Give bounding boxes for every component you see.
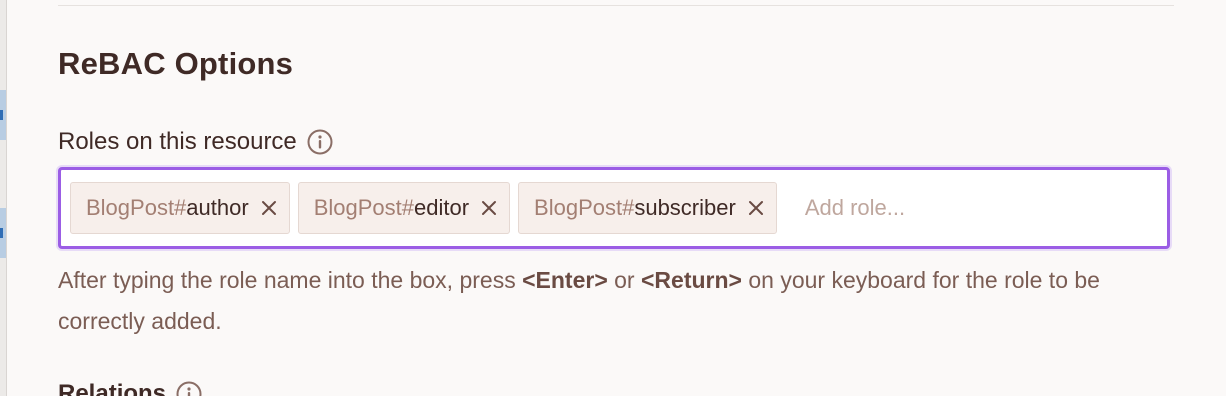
role-tag: BlogPost# editor <box>297 182 511 234</box>
return-key-label: <Return> <box>640 267 742 293</box>
role-tag-prefix: BlogPost# <box>313 195 414 220</box>
info-circle-icon[interactable] <box>176 381 202 396</box>
info-circle-icon[interactable] <box>307 129 333 155</box>
add-role-input[interactable] <box>802 194 1107 222</box>
roles-help-text: After typing the role name into the box,… <box>58 260 1168 342</box>
relations-label: Relations <box>58 380 167 396</box>
help-text-part: After typing the role name into the box,… <box>58 267 523 293</box>
role-tag-name: subscriber <box>634 195 736 220</box>
relations-label-row: Relations <box>58 380 202 396</box>
close-icon[interactable] <box>746 198 766 218</box>
roles-field-label: Roles on this resource <box>58 128 297 155</box>
section-title: ReBAC Options <box>58 46 294 81</box>
adjacent-row-indicator <box>0 110 3 120</box>
adjacent-panel-edge <box>0 0 7 396</box>
role-tag: BlogPost# author <box>70 182 290 234</box>
role-tag-prefix: BlogPost# <box>534 195 635 220</box>
role-tag-prefix: BlogPost# <box>86 195 187 220</box>
enter-key-label: <Enter> <box>522 267 608 293</box>
role-tag-name: author <box>186 195 249 220</box>
close-icon[interactable] <box>479 198 499 218</box>
adjacent-row-indicator <box>0 228 3 238</box>
help-text-part: or <box>607 267 641 293</box>
roles-field-label-row: Roles on this resource <box>58 128 333 156</box>
close-icon[interactable] <box>259 198 279 218</box>
role-tag: BlogPost# subscriber <box>518 182 777 234</box>
rebac-options-panel: ReBAC Options Roles on this resource Blo… <box>0 0 1226 396</box>
role-tag-name: editor <box>413 195 470 220</box>
section-divider <box>58 5 1174 6</box>
roles-tag-input[interactable]: BlogPost# author BlogPost# editor BlogPost… <box>58 167 1170 249</box>
